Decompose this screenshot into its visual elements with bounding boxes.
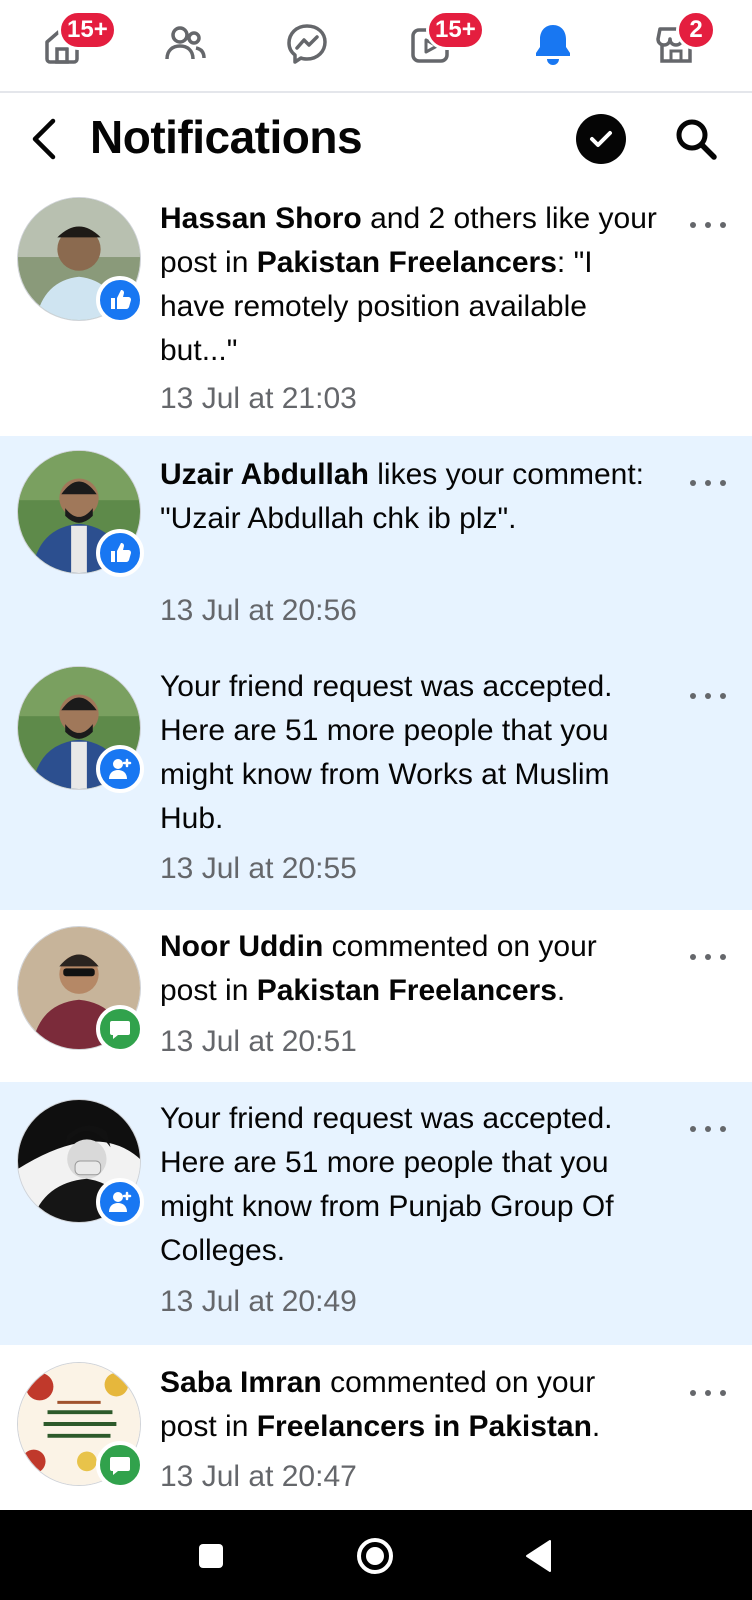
check-icon: [590, 131, 612, 147]
more-dots-icon: [690, 1390, 696, 1396]
notification-text: Saba Imran commented on your post in Fre…: [160, 1366, 601, 1443]
reaction-badge: [96, 276, 144, 324]
mark-all-read-button[interactable]: [576, 114, 626, 164]
system-navigation-bar: [0, 1510, 752, 1600]
reaction-badge: [96, 1178, 144, 1226]
notification-item[interactable]: Noor Uddin commented on your post in Pak…: [0, 910, 752, 1082]
avatar-wrap: [17, 666, 144, 793]
notification-text: Uzair Abdullah likes your comment: "Uzai…: [160, 458, 644, 535]
like-icon: [111, 290, 131, 309]
marketplace-badge: 2: [676, 10, 716, 50]
tab-notifications[interactable]: [521, 12, 585, 76]
top-tab-bar: 15+ 15+ 2: [0, 0, 752, 93]
more-options-button[interactable]: [690, 947, 726, 967]
reaction-badge: [96, 1005, 144, 1053]
more-options-button[interactable]: [690, 1383, 726, 1403]
tab-watch[interactable]: 15+: [398, 10, 485, 76]
tab-marketplace[interactable]: 2: [644, 10, 716, 76]
notifications-header: Notifications: [0, 93, 752, 185]
notification-text: Noor Uddin commented on your post in Pak…: [160, 930, 597, 1007]
tab-friends[interactable]: [153, 12, 217, 76]
notification-item[interactable]: Your friend request was accepted. Here a…: [0, 651, 752, 910]
avatar-wrap: [17, 926, 144, 1053]
more-options-button[interactable]: [690, 473, 726, 493]
notification-time: 13 Jul at 20:51: [160, 1025, 357, 1058]
notification-text: Your friend request was accepted. Here a…: [160, 670, 613, 835]
more-dots-icon: [690, 693, 696, 699]
avatar-wrap: [17, 450, 144, 577]
tab-home[interactable]: 15+: [30, 10, 117, 76]
search-button[interactable]: [668, 111, 724, 167]
avatar-wrap: [17, 1362, 144, 1489]
comment-icon: [110, 1457, 130, 1475]
group-name: Freelancers in Pakistan: [256, 1410, 592, 1443]
tab-messenger[interactable]: [275, 12, 339, 76]
more-dots-icon: [690, 954, 696, 960]
back-button[interactable]: [22, 113, 66, 165]
recents-button[interactable]: [185, 1530, 237, 1582]
avatar-wrap: [17, 197, 144, 324]
reaction-badge: [96, 529, 144, 577]
bell-icon: [536, 25, 570, 65]
friend-icon: [109, 1191, 132, 1212]
notification-time: 13 Jul at 20:49: [160, 1285, 357, 1318]
back-nav-button[interactable]: [513, 1530, 565, 1582]
actor-name: Hassan Shoro: [160, 202, 362, 235]
actor-name: Uzair Abdullah: [160, 458, 369, 491]
chevron-left-icon: [32, 118, 56, 160]
search-icon: [676, 119, 717, 160]
page-title: Notifications: [90, 111, 363, 163]
more-dots-icon: [690, 1126, 696, 1132]
notification-text: Hassan Shoro and 2 others like your post…: [160, 202, 657, 367]
home-nav-button[interactable]: [349, 1530, 401, 1582]
messenger-icon: [287, 24, 327, 64]
reaction-badge: [96, 1441, 144, 1489]
actor-name: Saba Imran: [160, 1366, 322, 1399]
reaction-badge: [96, 745, 144, 793]
notification-item[interactable]: Hassan Shoro and 2 others like your post…: [0, 185, 752, 436]
like-icon: [111, 543, 131, 562]
friend-icon: [109, 758, 132, 779]
group-name: Pakistan Freelancers: [256, 974, 557, 1007]
notification-text: Your friend request was accepted. Here a…: [160, 1102, 614, 1267]
watch-badge: 15+: [426, 10, 485, 50]
notification-time: 13 Jul at 21:03: [160, 382, 357, 415]
more-options-button[interactable]: [690, 1119, 726, 1139]
notification-item[interactable]: Uzair Abdullah likes your comment: "Uzai…: [0, 436, 752, 651]
more-dots-icon: [690, 480, 696, 486]
notification-item[interactable]: Saba Imran commented on your post in Fre…: [0, 1345, 752, 1510]
notification-item[interactable]: Your friend request was accepted. Here a…: [0, 1082, 752, 1345]
more-dots-icon: [690, 222, 696, 228]
notification-time: 13 Jul at 20:47: [160, 1460, 357, 1493]
triangle-back-icon: [526, 1540, 551, 1572]
notification-time: 13 Jul at 20:55: [160, 852, 357, 885]
group-name: Pakistan Freelancers: [256, 246, 557, 279]
more-options-button[interactable]: [690, 686, 726, 706]
home-badge: 15+: [58, 10, 117, 50]
comment-icon: [110, 1021, 130, 1039]
circle-icon: [357, 1538, 393, 1574]
more-options-button[interactable]: [690, 215, 726, 235]
notification-time: 13 Jul at 20:56: [160, 594, 357, 627]
avatar-wrap: [17, 1099, 144, 1226]
actor-name: Noor Uddin: [160, 930, 324, 963]
friends-icon: [165, 26, 206, 60]
square-icon: [199, 1544, 223, 1568]
